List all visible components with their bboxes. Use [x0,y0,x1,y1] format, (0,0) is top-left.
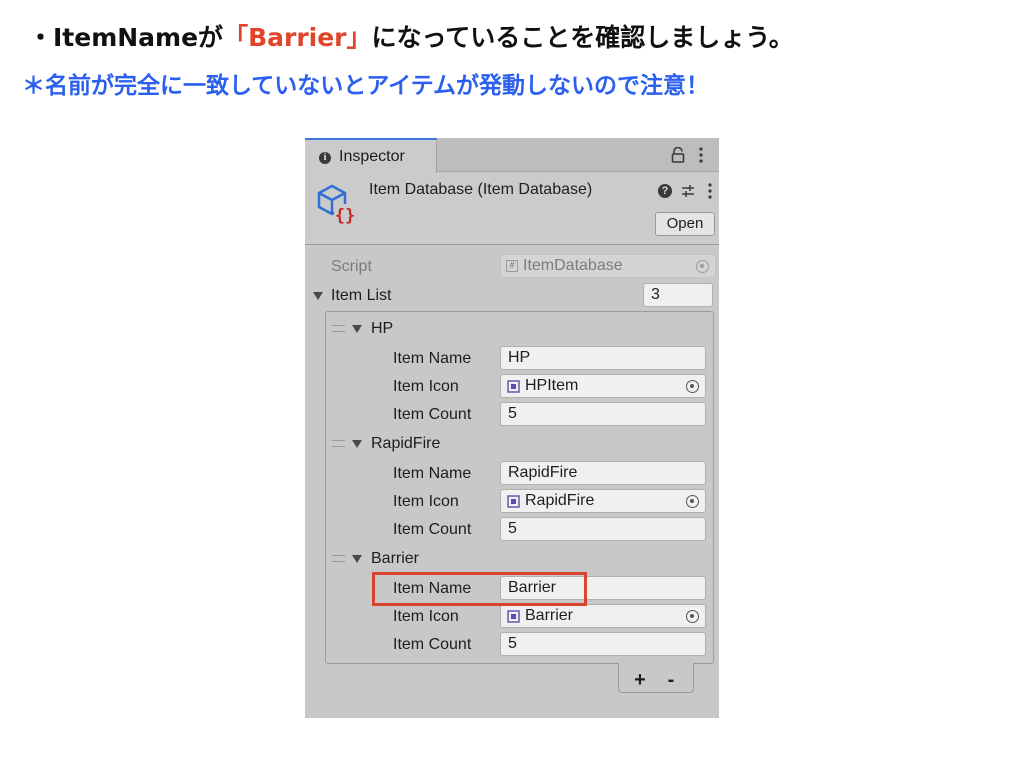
item-count-label: Item Count [393,406,472,423]
scriptable-object-icon: {} [317,184,356,225]
warning-note: ＊名前が完全に一致していないとアイテムが発動しないので注意！ [22,73,710,99]
item-count-label: Item Count [393,636,472,653]
object-picker-icon [696,260,709,273]
item-count-input[interactable]: 5 [500,632,706,656]
add-element-button[interactable]: + [630,670,650,690]
script-field: # ItemDatabase [500,254,716,278]
item-count-input[interactable]: 5 [500,402,706,426]
item-icon-label: Item Icon [393,493,459,510]
item-name-input[interactable]: RapidFire [500,461,706,485]
foldout-arrow-icon[interactable] [313,292,323,300]
sprite-icon [507,380,520,393]
asset-title: Item Database (Item Database) [369,181,593,198]
lock-icon[interactable] [671,147,685,163]
preset-icon[interactable] [681,184,695,198]
item-icon-label: Item Icon [393,608,459,625]
instruction-pre: ・ItemNameが [28,23,224,52]
item-name-label: Item Name [393,465,472,482]
script-label: Script [331,258,372,275]
kebab-menu-icon[interactable] [707,182,713,200]
sprite-icon [507,495,520,508]
open-button[interactable]: Open [655,212,715,236]
element-header[interactable]: RapidFire [371,435,440,453]
item-icon-value: Barrier [525,607,574,624]
instruction-post: になっていることを確認しましょう。 [371,23,794,52]
script-value: ItemDatabase [523,257,623,274]
item-name-label: Item Name [393,350,472,367]
element-header[interactable]: HP [371,320,393,338]
drag-handle-icon[interactable] [332,325,345,332]
item-icon-field[interactable]: Barrier [500,604,706,628]
tab-inspector-label: Inspector [339,148,405,165]
item-name-input[interactable]: Barrier [500,576,706,600]
tab-inspector[interactable]: i Inspector [305,138,437,173]
help-icon[interactable]: ? [658,184,672,198]
drag-handle-icon[interactable] [332,440,345,447]
inspector-panel: i Inspector {} Item Database (Item Datab… [305,138,719,718]
remove-element-button[interactable]: - [661,670,681,690]
item-count-label: Item Count [393,521,472,538]
element-header[interactable]: Barrier [371,550,419,568]
drag-handle-icon[interactable] [332,555,345,562]
item-icon-field[interactable]: RapidFire [500,489,706,513]
foldout-arrow-icon[interactable] [352,440,362,448]
item-name-label: Item Name [393,580,472,597]
svg-text:{}: {} [335,206,355,225]
item-list-label[interactable]: Item List [331,287,391,305]
item-icon-value: RapidFire [525,492,595,509]
item-count-input[interactable]: 5 [500,517,706,541]
instruction-highlight: 「Barrier」 [223,23,372,52]
sprite-icon [507,610,520,623]
item-icon-value: HPItem [525,377,579,394]
tab-bar: i Inspector [305,138,719,173]
item-list-size-input[interactable]: 3 [643,283,713,307]
item-icon-label: Item Icon [393,378,459,395]
script-hash-icon: # [506,260,518,272]
object-picker-icon[interactable] [686,495,699,508]
object-picker-icon[interactable] [686,610,699,623]
asset-header: {} Item Database (Item Database) ? Open [305,173,719,245]
instruction-text: ・ItemNameが「Barrier」になっていることを確認しましょう。 [28,18,794,54]
kebab-menu-icon[interactable] [698,146,704,164]
object-picker-icon[interactable] [686,380,699,393]
item-icon-field[interactable]: HPItem [500,374,706,398]
foldout-arrow-icon[interactable] [352,325,362,333]
foldout-arrow-icon[interactable] [352,555,362,563]
info-icon: i [319,152,331,164]
item-name-input[interactable]: HP [500,346,706,370]
